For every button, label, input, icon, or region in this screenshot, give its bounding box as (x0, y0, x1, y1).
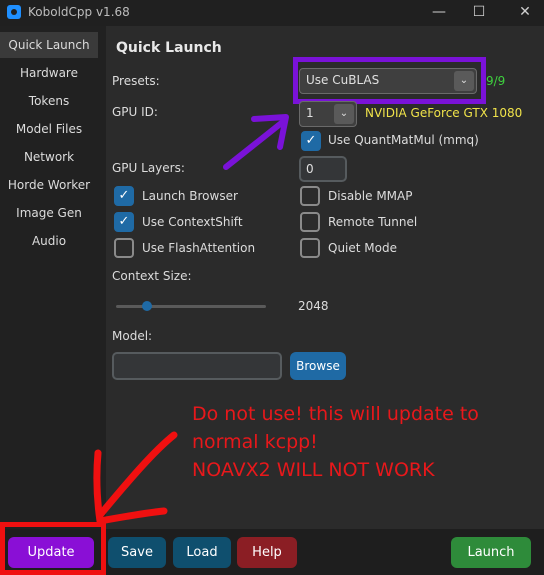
launch-browser-label: Launch Browser (142, 189, 238, 203)
sidebar-item-network[interactable]: Network (0, 144, 98, 170)
purple-arrow-icon (223, 114, 289, 170)
gpu-id-label: GPU ID: (112, 105, 158, 119)
model-path-input[interactable] (112, 352, 282, 380)
remote-tunnel-label: Remote Tunnel (328, 215, 418, 229)
annotation-line-3: NOAVX2 WILL NOT WORK (192, 459, 435, 481)
model-label: Model: (112, 329, 153, 343)
window-title: KoboldCpp v1.68 (28, 5, 130, 19)
help-button[interactable]: Help (237, 537, 297, 568)
annotation-line-2: normal kcpp! (192, 431, 318, 453)
mmq-label: Use QuantMatMul (mmq) (328, 133, 479, 147)
remote-tunnel-checkbox[interactable] (300, 212, 320, 232)
red-arrow-icon (93, 431, 178, 525)
app-icon (7, 5, 21, 19)
annotation-line-1: Do not use! this will update to (192, 403, 479, 425)
close-button[interactable]: ✕ (514, 2, 536, 22)
gpu-layers-label: GPU Layers: (112, 161, 185, 175)
sidebar-item-image-gen[interactable]: Image Gen (0, 200, 98, 226)
disable-mmap-label: Disable MMAP (328, 189, 413, 203)
chevron-down-icon: ⌄ (334, 104, 354, 124)
launch-browser-checkbox[interactable]: ✓ (114, 186, 134, 206)
update-button[interactable]: Update (8, 537, 94, 568)
gpu-id-select[interactable]: 1 ⌄ (299, 101, 357, 127)
gpu-layers-value: 0 (306, 162, 314, 176)
sidebar-item-hardware[interactable]: Hardware (0, 60, 98, 86)
flash-attention-label: Use FlashAttention (142, 241, 256, 255)
presets-label: Presets: (112, 74, 160, 88)
context-size-slider-handle[interactable] (142, 301, 152, 311)
disable-mmap-checkbox[interactable] (300, 186, 320, 206)
context-shift-checkbox[interactable]: ✓ (114, 212, 134, 232)
gpu-name: NVIDIA GeForce GTX 1080 (365, 106, 523, 120)
load-button[interactable]: Load (173, 537, 231, 568)
quiet-mode-checkbox[interactable] (300, 238, 320, 258)
launch-button[interactable]: Launch (451, 537, 531, 568)
presets-value: Use CuBLAS (306, 73, 380, 87)
gpu-layers-input[interactable]: 0 (299, 156, 347, 182)
gpu-id-value: 1 (306, 106, 314, 120)
presets-select[interactable]: Use CuBLAS ⌄ (299, 68, 477, 94)
sidebar-item-quick-launch[interactable]: Quick Launch (0, 32, 98, 58)
page-title: Quick Launch (116, 40, 222, 56)
minimize-button[interactable]: — (428, 2, 450, 22)
context-size-value: 2048 (298, 299, 329, 313)
context-size-slider-track[interactable] (116, 305, 266, 308)
sidebar-item-tokens[interactable]: Tokens (0, 88, 98, 114)
browse-button[interactable]: Browse (290, 352, 346, 380)
maximize-button[interactable]: ☐ (468, 2, 490, 22)
quiet-mode-label: Quiet Mode (328, 241, 397, 255)
chevron-down-icon: ⌄ (454, 71, 474, 91)
save-button[interactable]: Save (108, 537, 166, 568)
flash-attention-checkbox[interactable] (114, 238, 134, 258)
sidebar-item-audio[interactable]: Audio (0, 228, 98, 254)
mmq-checkbox[interactable]: ✓ (301, 131, 321, 151)
sidebar-item-model-files[interactable]: Model Files (0, 116, 98, 142)
context-size-label: Context Size: (112, 269, 192, 283)
context-shift-label: Use ContextShift (142, 215, 243, 229)
gpu-layers-count: 9/9 (486, 74, 506, 88)
sidebar-item-horde-worker[interactable]: Horde Worker (0, 172, 98, 198)
